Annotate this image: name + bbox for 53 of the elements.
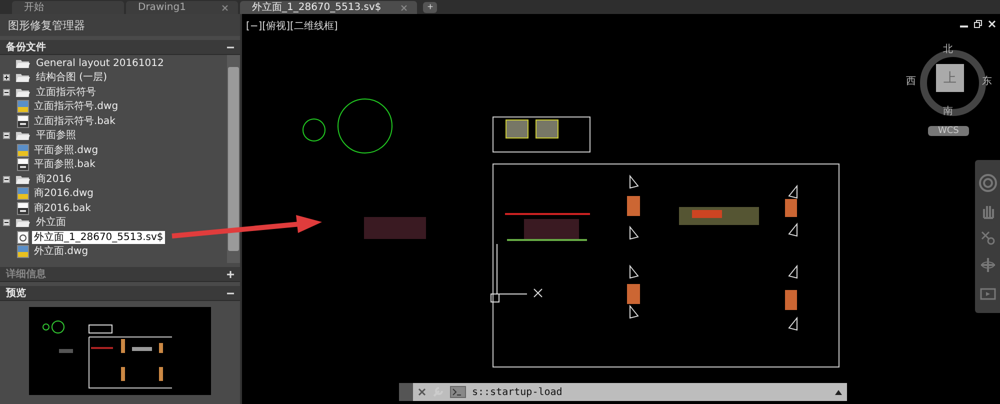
tree-item[interactable]: 立面指示符号.bak: [32, 114, 118, 128]
folder-icon: [15, 174, 31, 185]
tree-item[interactable]: General layout 20161012: [34, 56, 166, 70]
file-icon: [17, 114, 29, 128]
compass-direction[interactable]: 北: [943, 42, 953, 56]
tree-item[interactable]: 外立面.dwg: [32, 245, 90, 258]
folder-icon: [15, 72, 31, 84]
new-tab-button[interactable]: +: [423, 2, 438, 13]
compass-direction[interactable]: 西: [906, 74, 916, 88]
folder-icon: [15, 86, 31, 98]
viewport-label[interactable]: [−][俯视][二维线框]: [246, 19, 338, 33]
drawing-file-icon: [17, 100, 29, 114]
scrollbar[interactable]: [227, 55, 240, 263]
file-icon: [17, 158, 29, 172]
tree-item[interactable]: 结构合图 (一层): [34, 71, 109, 84]
expand-toggle-icon[interactable]: [3, 88, 10, 96]
tree-item[interactable]: 平面参照: [34, 129, 78, 142]
folder-icon: [15, 130, 31, 142]
drawing-file-icon: [17, 187, 29, 200]
tree-item[interactable]: 外立面: [34, 216, 68, 230]
document-tab[interactable]: 开始: [12, 1, 124, 14]
expand-toggle-icon[interactable]: [3, 74, 10, 82]
tree-item[interactable]: 商2016.bak: [32, 202, 93, 215]
document-tab[interactable]: 外立面_1_28670_5513.sv$: [240, 1, 418, 14]
compass-direction[interactable]: 东: [982, 74, 992, 88]
expand-toggle-icon[interactable]: [3, 219, 10, 226]
orbit-icon[interactable]: [980, 256, 996, 272]
zoom-icon[interactable]: [980, 230, 996, 246]
panel-title: 图形修复管理器: [0, 14, 240, 36]
drawing-file-icon: [17, 245, 29, 258]
caret-icon[interactable]: [835, 390, 842, 394]
section-header[interactable]: 预览: [0, 286, 240, 301]
section-header[interactable]: 备份文件: [0, 40, 240, 55]
tree-item[interactable]: 外立面_1_28670_5513.sv$: [32, 230, 166, 244]
steering-wheel-icon[interactable]: [978, 174, 996, 192]
file-icon: [17, 202, 29, 215]
prompt-icon[interactable]: [450, 386, 466, 398]
tree-item[interactable]: 商2016.dwg: [32, 187, 96, 200]
file-icon: [17, 230, 29, 244]
document-tab[interactable]: Drawing1: [126, 1, 238, 14]
restore-icon[interactable]: [974, 20, 982, 28]
tree-item[interactable]: 平面参照.dwg: [32, 144, 100, 157]
expand-toggle-icon[interactable]: [3, 132, 10, 140]
tree-item[interactable]: 立面指示符号: [34, 86, 98, 99]
tree-item[interactable]: 平面参照.bak: [32, 158, 98, 172]
tree-item[interactable]: 商2016: [34, 172, 74, 186]
expand-toggle-icon[interactable]: [3, 176, 10, 183]
folder-icon: [15, 58, 31, 69]
tree-item[interactable]: 立面指示符号.dwg: [32, 100, 120, 114]
drawing-file-icon: [17, 144, 29, 157]
command-text: s::startup-load: [472, 386, 564, 398]
folder-icon: [15, 217, 31, 228]
compass-direction[interactable]: 南: [943, 104, 953, 118]
